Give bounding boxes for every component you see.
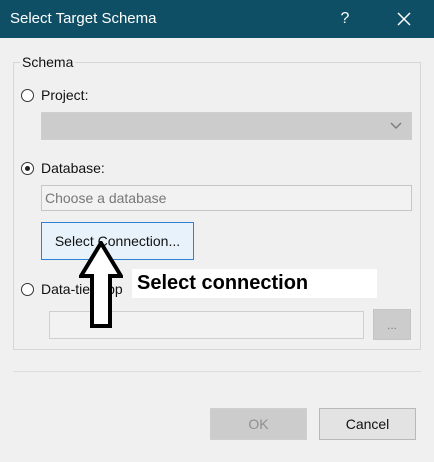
help-button[interactable]: ?: [330, 0, 360, 38]
ok-button[interactable]: OK: [210, 408, 307, 440]
database-input[interactable]: Choose a database: [41, 185, 412, 211]
select-target-schema-dialog: Select Target Schema ? Schema Project: D…: [0, 0, 434, 462]
title-bar: Select Target Schema ?: [0, 0, 434, 38]
data-tier-path-input[interactable]: [49, 311, 364, 339]
footer-separator: [13, 371, 421, 372]
data-tier-radio-label: Data-tier App: [41, 281, 123, 297]
schema-group-label: Schema: [20, 53, 76, 71]
data-tier-radio[interactable]: [21, 282, 34, 296]
select-connection-button[interactable]: Select Connection...: [41, 222, 194, 260]
close-button[interactable]: [386, 0, 422, 38]
annotation-label: Select connection: [132, 269, 377, 298]
project-radio[interactable]: [21, 88, 34, 102]
chevron-down-icon: [390, 122, 402, 129]
project-radio-option[interactable]: Project:: [21, 85, 88, 105]
dialog-title: Select Target Schema: [10, 10, 157, 27]
data-tier-radio-option[interactable]: Data-tier App: [21, 279, 123, 299]
project-dropdown[interactable]: [41, 112, 412, 140]
database-radio-option[interactable]: Database:: [21, 158, 105, 178]
browse-button[interactable]: ...: [373, 309, 411, 340]
database-radio-label: Database:: [41, 160, 105, 176]
project-radio-label: Project:: [41, 87, 89, 103]
cancel-button[interactable]: Cancel: [319, 408, 416, 440]
close-icon: [397, 12, 411, 26]
database-radio[interactable]: [21, 161, 34, 175]
database-input-placeholder: Choose a database: [45, 190, 167, 206]
